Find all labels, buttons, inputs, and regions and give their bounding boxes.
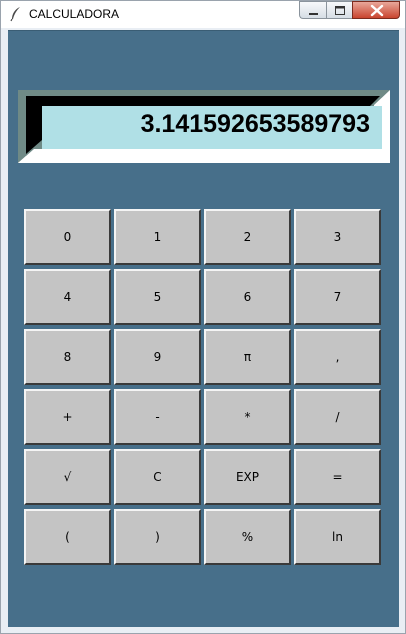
key-1[interactable]: 1 [114, 209, 201, 265]
key-plus[interactable]: + [24, 389, 111, 445]
display-value: 3.141592653589793 [140, 110, 370, 138]
key-minus[interactable]: - [114, 389, 201, 445]
window-title: CALCULADORA [29, 7, 120, 21]
key-percent[interactable]: % [204, 509, 291, 565]
key-open-paren[interactable]: ( [24, 509, 111, 565]
title-bar[interactable]: CALCULADORA [1, 1, 405, 28]
key-divide[interactable]: / [294, 389, 381, 445]
minimize-button[interactable] [299, 1, 326, 19]
key-7[interactable]: 7 [294, 269, 381, 325]
close-icon [370, 4, 384, 17]
key-8[interactable]: 8 [24, 329, 111, 385]
key-5[interactable]: 5 [114, 269, 201, 325]
minimize-icon [309, 13, 318, 15]
keypad: 0 1 2 3 4 5 6 7 8 9 π , + - * / √ C EXP … [24, 209, 382, 567]
maximize-button[interactable] [326, 1, 352, 19]
key-0[interactable]: 0 [24, 209, 111, 265]
key-3[interactable]: 3 [294, 209, 381, 265]
key-sqrt[interactable]: √ [24, 449, 111, 505]
close-button[interactable] [352, 1, 400, 19]
key-multiply[interactable]: * [204, 389, 291, 445]
key-9[interactable]: 9 [114, 329, 201, 385]
key-exp[interactable]: EXP [204, 449, 291, 505]
key-clear[interactable]: C [114, 449, 201, 505]
calculator-window: CALCULADORA 3.141592653589793 0 1 2 3 4 … [0, 0, 406, 634]
calculator-body: 3.141592653589793 0 1 2 3 4 5 6 7 8 9 π … [8, 30, 399, 627]
feather-icon [9, 6, 23, 22]
key-ln[interactable]: ln [294, 509, 381, 565]
key-pi[interactable]: π [204, 329, 291, 385]
key-6[interactable]: 6 [204, 269, 291, 325]
key-2[interactable]: 2 [204, 209, 291, 265]
maximize-icon [335, 6, 345, 15]
key-close-paren[interactable]: ) [114, 509, 201, 565]
key-4[interactable]: 4 [24, 269, 111, 325]
key-comma[interactable]: , [294, 329, 381, 385]
window-controls [299, 1, 400, 20]
key-equals[interactable]: = [294, 449, 381, 505]
